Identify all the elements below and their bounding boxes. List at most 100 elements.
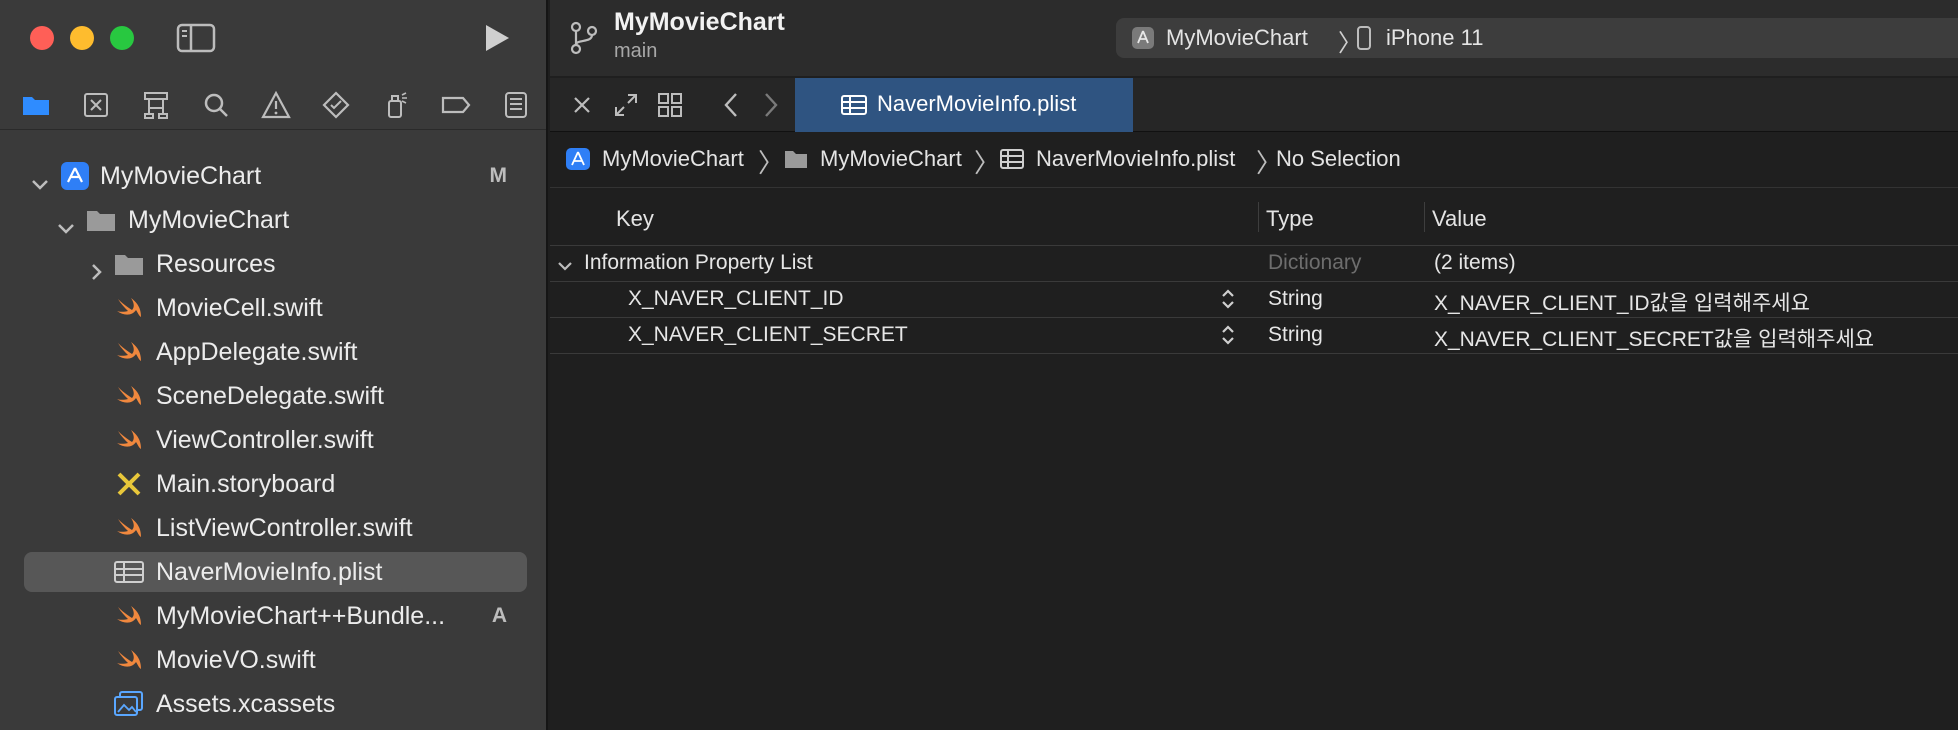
breakpoint-icon[interactable] (440, 90, 472, 120)
row-value[interactable]: X_NAVER_CLIENT_SECRET값을 입력해주세요 (1434, 323, 1874, 353)
row-key[interactable]: X_NAVER_CLIENT_SECRET (628, 323, 908, 347)
breadcrumb-group[interactable]: MyMovieChart (820, 146, 962, 172)
tree-item-file-selected[interactable]: NaverMovieInfo.plist (24, 552, 527, 592)
folder-icon (784, 148, 808, 170)
key-stepper-icon[interactable] (1220, 286, 1236, 312)
tree-item-label: MyMovieChart (100, 162, 262, 190)
scheme-selector[interactable]: MyMovieChart 〉 iPhone 11 (1116, 18, 1958, 58)
swift-icon (114, 602, 144, 630)
tree-item-file[interactable]: AppDelegate.swift (24, 332, 527, 372)
tree-item-label: NaverMovieInfo.plist (156, 558, 383, 586)
navigator-sidebar: MyMovieChart M MyMovieChart Resources Mo… (0, 0, 548, 730)
back-arrow-icon[interactable] (718, 91, 746, 119)
breadcrumb-selection[interactable]: No Selection (1276, 146, 1401, 172)
app-target-icon (1132, 27, 1154, 49)
column-header-value[interactable]: Value (1432, 206, 1487, 232)
row-value: (2 items) (1434, 251, 1516, 274)
column-header-key[interactable]: Key (616, 206, 654, 232)
test-diamond-icon[interactable] (320, 90, 352, 120)
tree-item-file[interactable]: ListViewController.swift (24, 508, 527, 548)
grid-icon[interactable] (656, 91, 684, 119)
search-icon[interactable] (200, 90, 232, 120)
tab-label: NaverMovieInfo.plist (877, 91, 1077, 116)
row-type[interactable]: String (1268, 287, 1323, 311)
column-divider[interactable] (1258, 202, 1259, 232)
chevron-right-icon[interactable] (86, 254, 106, 280)
swift-icon (114, 514, 144, 542)
folder-icon (114, 250, 144, 278)
tree-item-label: MovieCell.swift (156, 294, 323, 322)
debug-spray-icon[interactable] (380, 90, 412, 120)
row-key[interactable]: Information Property List (584, 251, 813, 275)
added-badge: A (491, 604, 507, 627)
chevron-down-icon[interactable] (56, 210, 76, 234)
row-value[interactable]: X_NAVER_CLIENT_ID값을 입력해주세요 (1434, 287, 1810, 317)
tree-item-label: ListViewController.swift (156, 514, 413, 542)
tree-item-file[interactable]: Main.storyboard (24, 464, 527, 504)
table-row[interactable]: X_NAVER_CLIENT_SECRET String X_NAVER_CLI… (550, 318, 1958, 354)
tree-item-project[interactable]: MyMovieChart M (24, 156, 527, 196)
chevron-right-icon: 〉 (974, 148, 1001, 178)
assets-icon (114, 690, 144, 718)
window-toolbar: MyMovieChart main MyMovieChart 〉 iPhone … (550, 0, 1958, 76)
folder-icon[interactable] (20, 90, 52, 120)
tree-item-group[interactable]: MyMovieChart (24, 200, 527, 240)
tree-item-file[interactable]: MyMovieChart++Bundle... A (24, 596, 527, 636)
column-divider[interactable] (1424, 202, 1425, 232)
column-header-type[interactable]: Type (1266, 206, 1314, 232)
swift-icon (114, 382, 144, 410)
table-row-root[interactable]: Information Property List Dictionary (2 … (550, 246, 1958, 282)
tree-item-label: MyMovieChart++Bundle... (156, 602, 446, 630)
row-type: Dictionary (1268, 251, 1362, 274)
table-row[interactable]: X_NAVER_CLIENT_ID String X_NAVER_CLIENT_… (550, 282, 1958, 318)
table-header: Key Type Value (550, 188, 1958, 246)
sidebar-toolbar (0, 0, 546, 76)
hierarchy-icon[interactable] (140, 90, 172, 120)
run-button[interactable] (478, 20, 514, 56)
warning-icon[interactable] (260, 90, 292, 120)
row-type[interactable]: String (1268, 323, 1323, 347)
tree-item-file[interactable]: MovieCell.swift (24, 288, 527, 328)
plist-icon (841, 93, 867, 117)
chevron-down-icon[interactable] (556, 256, 574, 272)
device-name[interactable]: iPhone 11 (1386, 25, 1483, 51)
scheme-name[interactable]: MyMovieChart (1166, 25, 1308, 51)
tree-item-file[interactable]: Assets.xcassets (24, 684, 527, 724)
tree-item-label: AppDelegate.swift (156, 338, 358, 366)
tree-item-folder[interactable]: Resources (24, 244, 527, 284)
tree-item-label: SceneDelegate.swift (156, 382, 384, 410)
project-title: MyMovieChart (614, 8, 785, 36)
xcode-project-icon (566, 148, 590, 170)
close-icon[interactable] (568, 91, 596, 119)
tab-naver-movie-info[interactable]: NaverMovieInfo.plist (795, 78, 1133, 132)
breadcrumb-file[interactable]: NaverMovieInfo.plist (1036, 146, 1235, 172)
branch-name: main (614, 40, 658, 62)
swift-icon (114, 294, 144, 322)
report-icon[interactable] (500, 90, 532, 120)
storyboard-icon (114, 470, 144, 498)
tree-item-label: MovieVO.swift (156, 646, 316, 674)
source-control-icon[interactable] (80, 90, 112, 120)
plist-icon (114, 558, 144, 586)
expand-icon[interactable] (612, 91, 640, 119)
zoom-window-button[interactable] (110, 26, 134, 50)
tree-item-file[interactable]: SceneDelegate.swift (24, 376, 527, 416)
tree-item-file[interactable]: ViewController.swift (24, 420, 527, 460)
jump-bar: MyMovieChart 〉 MyMovieChart 〉 NaverMovie… (550, 132, 1958, 188)
forward-arrow-icon[interactable] (756, 91, 784, 119)
tree-item-label: Main.storyboard (156, 470, 336, 498)
key-stepper-icon[interactable] (1220, 322, 1236, 348)
row-key[interactable]: X_NAVER_CLIENT_ID (628, 287, 844, 311)
tree-item-file[interactable]: MovieVO.swift (24, 640, 527, 680)
modified-badge: M (489, 164, 508, 187)
sidebar-toggle-icon[interactable] (176, 22, 216, 54)
folder-icon (86, 206, 116, 234)
minimize-window-button[interactable] (70, 26, 94, 50)
close-window-button[interactable] (30, 26, 54, 50)
chevron-down-icon[interactable] (30, 166, 50, 190)
tree-item-label: Resources (156, 250, 276, 278)
chevron-right-icon: 〉 (758, 148, 785, 178)
breadcrumb-project[interactable]: MyMovieChart (602, 146, 744, 172)
navigator-selector-bar (0, 80, 546, 130)
plist-icon (1000, 148, 1024, 170)
